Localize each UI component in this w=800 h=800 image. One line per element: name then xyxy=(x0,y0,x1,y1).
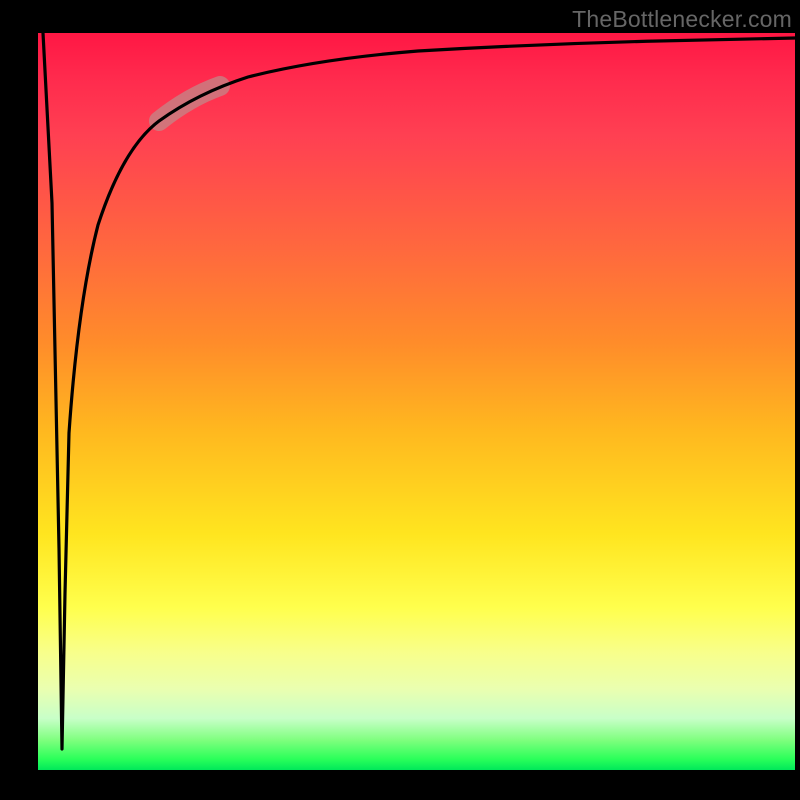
bottleneck-curve-path xyxy=(43,33,795,749)
chart-stage: TheBottlenecker.com xyxy=(0,0,800,800)
curve-layer xyxy=(38,33,795,770)
plot-area xyxy=(38,33,795,770)
attribution-text: TheBottlenecker.com xyxy=(572,6,792,33)
